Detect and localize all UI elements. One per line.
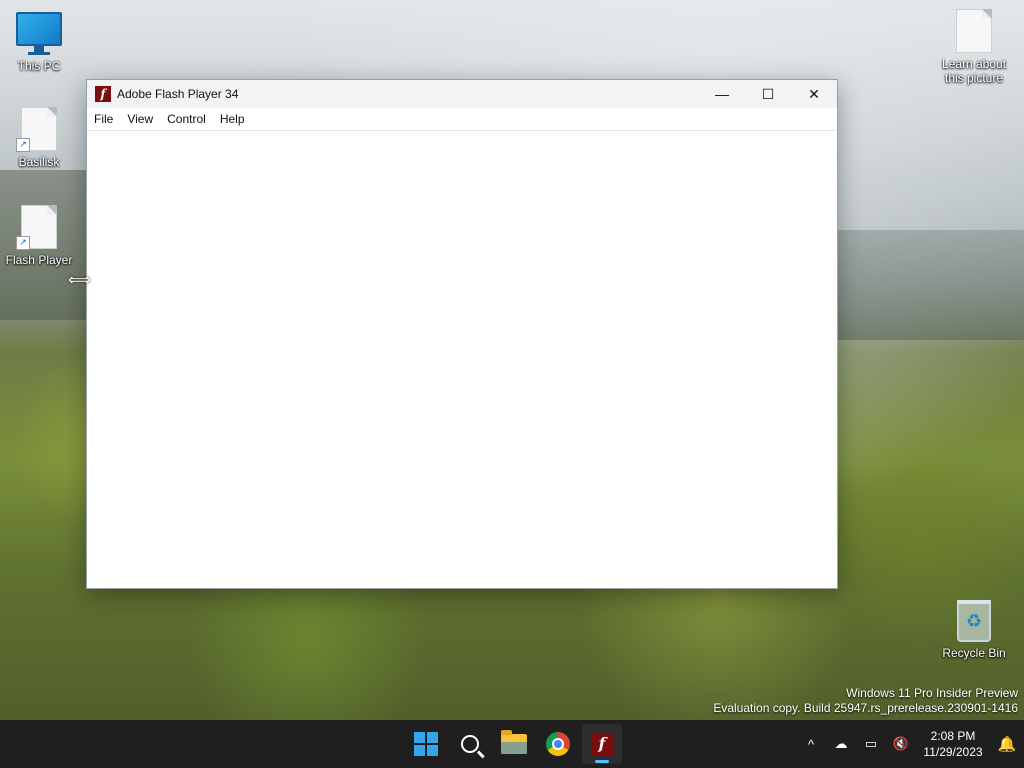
desktop-icon-this-pc[interactable]: This PC	[1, 12, 77, 73]
shortcut-arrow-icon: ↗	[16, 236, 30, 250]
desktop-icon-flash-player[interactable]: ↗ Flash Player	[1, 205, 77, 267]
player-content-area[interactable]	[87, 131, 837, 588]
cloud-offline-icon[interactable]: ☁	[826, 736, 856, 752]
windows-logo-icon	[414, 732, 438, 756]
watermark-line-1: Windows 11 Pro Insider Preview	[846, 686, 1018, 700]
monitor-icon	[1, 12, 77, 55]
search-icon	[461, 735, 479, 753]
flash-player-icon: f	[591, 733, 613, 755]
desktop-icon-recycle-bin[interactable]: ♻ Recycle Bin	[936, 600, 1012, 660]
file-explorer-button[interactable]	[494, 724, 534, 764]
menu-view[interactable]: View	[120, 108, 160, 130]
desktop-icon-label: Basilisk	[18, 155, 60, 169]
menu-file[interactable]: File	[87, 108, 120, 130]
desktop-icon-label: This PC	[17, 59, 61, 73]
title-bar[interactable]: f Adobe Flash Player 34 — ☐ ✕	[87, 80, 837, 108]
maximize-button[interactable]: ☐	[745, 80, 791, 108]
watermark-line-2: Evaluation copy. Build 25947.rs_prerelea…	[713, 701, 1018, 715]
close-button[interactable]: ✕	[791, 80, 837, 108]
chevron-up-icon[interactable]: ^	[796, 737, 826, 752]
desktop-icon-learn-about-picture[interactable]: Learn about this picture	[936, 9, 1012, 85]
system-tray: ^ ☁ ▭ 🔇 2:08 PM 11/29/2023 🔔	[796, 720, 1024, 768]
menu-help[interactable]: Help	[213, 108, 252, 130]
network-icon[interactable]: ▭	[856, 736, 886, 752]
search-button[interactable]	[450, 724, 490, 764]
clock-time: 2:08 PM	[930, 729, 976, 743]
taskbar-apps: f	[404, 724, 624, 764]
flash-player-taskbar-button[interactable]: f	[582, 724, 622, 764]
menu-bar: File View Control Help	[87, 108, 837, 131]
document-icon: ↗	[16, 107, 57, 152]
flash-player-window[interactable]: f Adobe Flash Player 34 — ☐ ✕ File View …	[86, 79, 838, 589]
windows-watermark: Windows 11 Pro Insider Preview Evaluatio…	[713, 686, 1018, 716]
desktop-icon-basilisk[interactable]: ↗ Basilisk	[1, 107, 77, 169]
clock[interactable]: 2:08 PM 11/29/2023	[916, 728, 990, 760]
minimize-button[interactable]: —	[699, 80, 745, 108]
document-icon	[956, 9, 992, 53]
notification-bell-icon[interactable]: 🔔	[990, 735, 1024, 753]
recycle-bin-icon: ♻	[957, 600, 991, 642]
volume-muted-icon[interactable]: 🔇	[886, 736, 916, 752]
start-button[interactable]	[406, 724, 446, 764]
menu-control[interactable]: Control	[160, 108, 213, 130]
desktop-icon-label: Recycle Bin	[942, 646, 1006, 660]
chrome-button[interactable]	[538, 724, 578, 764]
document-icon: ↗	[16, 205, 57, 250]
clock-date: 11/29/2023	[923, 745, 983, 759]
taskbar: f ^ ☁ ▭ 🔇 2:08 PM 11/29/2023 🔔	[0, 720, 1024, 768]
window-title: Adobe Flash Player 34	[117, 87, 239, 101]
resize-cursor-icon: ⟺	[68, 272, 91, 289]
flash-player-icon: f	[95, 86, 111, 102]
shortcut-arrow-icon: ↗	[16, 138, 30, 152]
desktop-icon-label: Learn about this picture	[941, 57, 1007, 85]
desktop-icon-label: Flash Player	[5, 253, 73, 267]
folder-icon	[501, 730, 527, 754]
chrome-icon	[546, 732, 570, 756]
